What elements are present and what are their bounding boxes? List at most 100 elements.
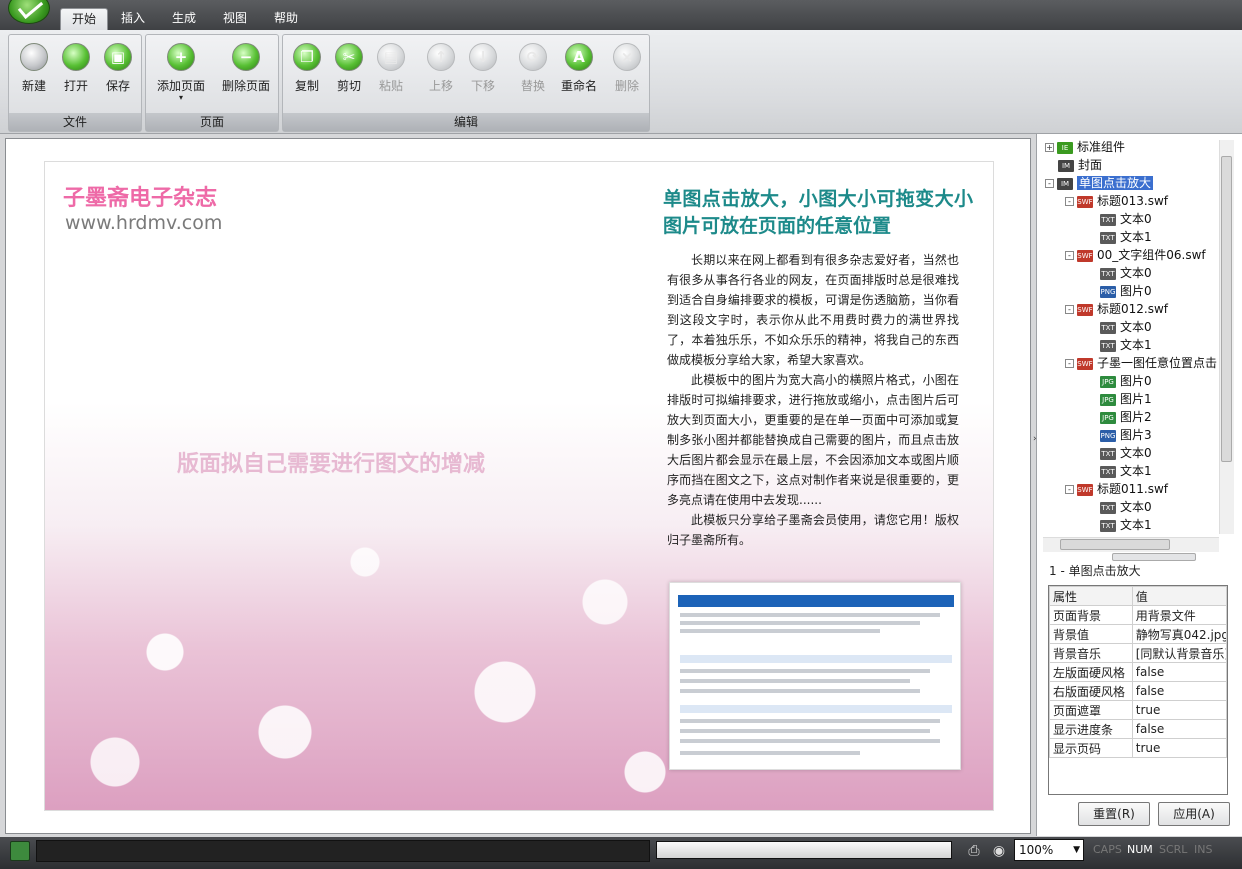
tree-node[interactable]: TXT 文本1 [1087,462,1152,480]
property-value[interactable]: false [1131,662,1228,682]
tab-insert[interactable]: 插入 [110,8,156,30]
apply-button[interactable]: 应用(A) [1158,802,1230,826]
component-tree[interactable]: + IE 标准组件 IM 封面 - IM 单图点击放大 - SWF 标题013.swf TXT 文本0 T… [1041,138,1221,538]
tree-node-label: 标题011.swf [1097,482,1169,496]
tab-start[interactable]: 开始 [60,8,109,30]
property-row[interactable]: 背景音乐 [同默认背景音乐] [1049,643,1228,663]
tree-node-label: 文本0 [1120,266,1152,280]
tree-node[interactable]: - SWF 标题011.swf [1065,480,1168,498]
cut-button[interactable]: ✂ 剪切 [327,43,371,99]
paste-button[interactable]: ▤ 粘贴 [369,43,413,99]
tree-node[interactable]: IM 封面 [1045,156,1102,174]
zoom-value: 100% [1019,843,1054,857]
property-value[interactable]: false [1131,719,1228,739]
collapse-icon[interactable]: - [1065,485,1074,494]
logo-title[interactable]: 子墨斋电子杂志 [63,180,217,212]
open-button[interactable]: 打开 [54,43,98,99]
rename-button[interactable]: A 重命名 [557,43,601,99]
tab-help[interactable]: 帮助 [263,8,309,30]
tree-node[interactable]: JPG 图片0 [1087,372,1152,390]
delete-page-button[interactable]: − 删除页面 [218,43,274,99]
property-value[interactable]: [同默认背景音乐] [1131,643,1228,663]
tree-node[interactable]: PNG 图片3 [1087,426,1152,444]
tree-node[interactable]: TXT 文本1 [1087,228,1152,246]
tree-node[interactable]: TXT 文本0 [1087,498,1152,516]
tree-hscroll-thumb[interactable] [1060,539,1170,550]
page-headline[interactable]: 单图点击放大，小图大小可拖变大小图片可放在页面的任意位置 [663,186,973,240]
tree-node[interactable]: - IM 单图点击放大 [1045,174,1154,192]
move-down-button[interactable]: ↓ 下移 [461,43,505,99]
tree-node[interactable]: TXT 文本1 [1087,336,1152,354]
tree-node[interactable]: TXT 文本0 [1087,264,1152,282]
watermark-text[interactable]: 版面拟自己需要进行图文的增减 [177,446,485,478]
swf-file-icon: SWF [1077,249,1093,262]
logo-url[interactable]: www.hrdmv.com [65,212,222,234]
tree-node[interactable]: - SWF 标题012.swf [1065,300,1168,318]
body-text[interactable]: 长期以来在网上都看到有很多杂志爱好者，当然也有很多从事各行各业的网友，在页面排版… [667,250,959,550]
thumbnail-line [680,621,920,625]
properties-grid[interactable]: 属性 值 页面背景 用背景文件 背景值 静物写真042.jpg 背景音乐 [同默认背景音乐… [1048,585,1228,795]
expand-icon[interactable]: + [1045,143,1054,152]
tree-node-label: 文本0 [1120,500,1152,514]
tree-node[interactable]: JPG 图片1 [1087,390,1152,408]
collapse-icon[interactable]: - [1065,359,1074,368]
tree-node[interactable]: TXT 文本0 [1087,444,1152,462]
reset-button[interactable]: 重置(R) [1078,802,1150,826]
property-row[interactable]: 右版面硬风格 false [1049,681,1228,701]
collapse-icon[interactable]: - [1065,251,1074,260]
collapse-icon[interactable]: - [1065,305,1074,314]
tree-node-label: 单图点击放大 [1077,176,1154,190]
property-row[interactable]: 显示页码 true [1049,738,1228,758]
group-edit: ❐ 复制 ✂ 剪切 ▤ 粘贴 ↑ 上移 ↓ 下移 ⟳ 替换 A 重命名 × 删除 编辑 [282,34,650,132]
zoom-select[interactable]: 100% ▼ [1014,839,1084,861]
new-button[interactable]: 新建 [12,43,56,99]
move-up-button[interactable]: ↑ 上移 [419,43,463,99]
tree-node[interactable]: TXT 文本0 [1087,318,1152,336]
tree-node[interactable]: - SWF 标题013.swf [1065,192,1168,210]
tree-node[interactable]: + IE 标准组件 [1045,138,1125,156]
property-value[interactable]: false [1131,681,1228,701]
replace-button[interactable]: ⟳ 替换 [511,43,555,99]
property-row[interactable]: 显示进度条 false [1049,719,1228,739]
add-page-button[interactable]: + 添加页面 ▾ [156,43,206,102]
magazine-page[interactable]: 子墨斋电子杂志 www.hrdmv.com 版面拟自己需要进行图文的增减 单图点… [44,161,994,811]
replace-icon: ⟳ [519,43,547,71]
delete-button[interactable]: × 删除 [605,43,649,99]
property-value[interactable]: true [1131,700,1228,720]
tree-node-label: 文本0 [1120,446,1152,460]
copy-button[interactable]: ❐ 复制 [285,43,329,99]
swf-file-icon: SWF [1077,483,1093,496]
paragraph: 此模板中的图片为宽大高小的横照片格式，小图在排版时可拟编排要求，进行拖放或缩小，… [667,373,959,507]
preview-icon[interactable]: ◉ [988,840,1010,862]
tree-node[interactable]: TXT 文本1 [1087,516,1152,534]
tree-node[interactable]: JPG 图片2 [1087,408,1152,426]
save-button[interactable]: ▣ 保存 [96,43,140,99]
tree-vscroll-thumb[interactable] [1221,156,1232,462]
property-value[interactable]: true [1131,738,1228,758]
page-canvas[interactable]: 子墨斋电子杂志 www.hrdmv.com 版面拟自己需要进行图文的增减 单图点… [5,138,1031,834]
tree-node[interactable]: PNG 图片0 [1087,282,1152,300]
prop-header-name: 属性 [1049,586,1133,606]
property-row[interactable]: 页面背景 用背景文件 [1049,605,1228,625]
tab-view[interactable]: 视图 [212,8,258,30]
thumbnail-line [680,751,860,755]
pane-splitter[interactable] [1112,553,1196,561]
tree-node[interactable]: - SWF 子墨一图任意位置点击 [1065,354,1217,372]
property-name: 页面遮罩 [1049,700,1133,720]
thumbnail-image[interactable] [669,582,961,770]
property-value[interactable]: 静物写真042.jpg [1131,624,1228,644]
tree-node[interactable]: TXT 文本0 [1087,210,1152,228]
tab-generate[interactable]: 生成 [161,8,207,30]
collapse-icon[interactable]: - [1045,179,1054,188]
collapse-icon[interactable]: - [1065,197,1074,206]
txt-file-icon: TXT [1100,231,1116,244]
jpg-file-icon: JPG [1100,375,1116,388]
property-value[interactable]: 用背景文件 [1131,605,1228,625]
property-row[interactable]: 页面遮罩 true [1049,700,1228,720]
property-row[interactable]: 背景值 静物写真042.jpg [1049,624,1228,644]
txt-file-icon: TXT [1100,447,1116,460]
property-row[interactable]: 左版面硬风格 false [1049,662,1228,682]
print-icon[interactable]: ⎙ [963,840,985,862]
tree-node[interactable]: - SWF 00_文字组件06.swf [1065,246,1206,264]
thumbnail-line [680,729,930,733]
